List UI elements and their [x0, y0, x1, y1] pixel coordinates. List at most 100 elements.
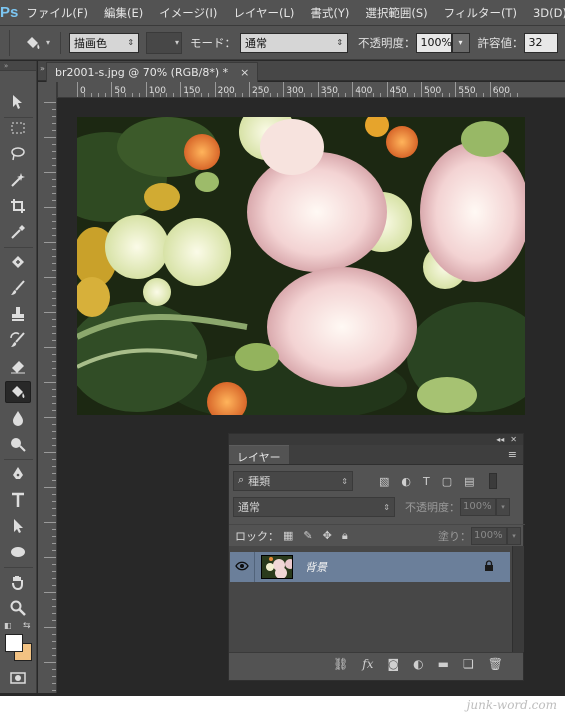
layer-row-background[interactable]: 背景: [230, 552, 510, 582]
menu-layer[interactable]: レイヤー(L): [225, 5, 302, 21]
menu-select[interactable]: 選択範囲(S): [357, 5, 435, 21]
menu-3d[interactable]: 3D(D): [525, 6, 565, 20]
ruler-minor-tick: [200, 93, 202, 97]
adjustment-layer-filter-icon[interactable]: ◐: [401, 475, 411, 488]
swap-colors-icon[interactable]: ⇆: [23, 621, 31, 631]
clone-stamp-tool-icon[interactable]: [5, 303, 31, 325]
collapse-panels-icon[interactable]: »: [40, 64, 45, 73]
paint-bucket-tool-icon[interactable]: [5, 381, 31, 403]
close-tab-icon[interactable]: ×: [240, 66, 249, 79]
delete-layer-icon[interactable]: 🗑︎: [488, 657, 503, 671]
ruler-minor-tick: [52, 641, 56, 642]
default-colors-icon[interactable]: ◧: [4, 621, 12, 630]
ruler-minor-tick: [52, 165, 56, 166]
zoom-tool-icon[interactable]: [5, 597, 31, 619]
eraser-tool-icon[interactable]: [5, 355, 31, 377]
ruler-minor-tick: [44, 207, 56, 208]
brush-tool-icon[interactable]: [5, 277, 31, 299]
opacity-label: 不透明度：: [358, 35, 416, 50]
ellipse-tool-icon[interactable]: [5, 541, 31, 563]
ruler-label: 600: [492, 86, 510, 96]
ruler-minor-tick: [52, 606, 56, 607]
new-adjustment-layer-icon[interactable]: ◐: [413, 657, 423, 671]
lock-position-icon[interactable]: ✥: [323, 529, 332, 542]
eyedropper-tool-icon[interactable]: [5, 221, 31, 243]
layer-style-icon[interactable]: fx: [362, 657, 373, 671]
panel-menu-icon[interactable]: ≡: [508, 448, 517, 461]
opacity-value: 100%: [420, 36, 452, 49]
ruler-tick: [386, 82, 388, 97]
lock-image-pixels-icon[interactable]: ✎: [303, 529, 312, 542]
fill-field[interactable]: 100%: [471, 526, 507, 545]
menu-image[interactable]: イメージ(I): [151, 5, 225, 21]
ruler-minor-tick: [52, 109, 56, 110]
ruler-label: 100: [148, 86, 166, 96]
ruler-minor-tick: [52, 494, 56, 495]
ruler-minor-tick: [52, 235, 56, 236]
quick-mask-icon[interactable]: [5, 667, 31, 689]
ruler-tick: [145, 82, 147, 97]
type-layer-filter-icon[interactable]: T: [423, 475, 430, 488]
menu-edit[interactable]: 編集(E): [96, 5, 151, 21]
lock-transparent-pixels-icon[interactable]: ▦: [283, 529, 293, 542]
ruler-minor-tick: [52, 473, 56, 474]
marquee-tool-icon[interactable]: [5, 117, 31, 139]
ruler-minor-tick: [118, 93, 120, 97]
filter-toggle[interactable]: [488, 473, 497, 489]
close-panel-icon[interactable]: ✕: [510, 435, 517, 444]
document-image[interactable]: [77, 117, 525, 415]
document-tab[interactable]: br2001-s.jpg @ 70% (RGB/8*) * ×: [46, 62, 259, 82]
history-brush-tool-icon[interactable]: [5, 329, 31, 351]
pattern-picker[interactable]: ▾: [146, 31, 183, 54]
lasso-tool-icon[interactable]: [5, 143, 31, 165]
mode-select[interactable]: 通常 ⇕: [240, 32, 349, 53]
smart-object-filter-icon[interactable]: ▤: [464, 475, 474, 488]
lock-all-icon[interactable]: 🔒︎: [342, 529, 348, 543]
healing-brush-tool-icon[interactable]: [5, 251, 31, 273]
opacity-field[interactable]: 100%: [415, 32, 452, 53]
shape-layer-filter-icon[interactable]: ▢: [442, 475, 452, 488]
blur-tool-icon[interactable]: [5, 407, 31, 429]
tools-panel-collapse-handle[interactable]: »: [0, 61, 36, 71]
move-tool-icon[interactable]: [5, 91, 31, 113]
fill-dropdown[interactable]: ▾: [507, 526, 521, 545]
magic-wand-tool-icon[interactable]: [5, 169, 31, 191]
ruler-minor-tick: [52, 550, 56, 551]
menu-type[interactable]: 書式(Y): [302, 5, 357, 21]
path-selection-tool-icon[interactable]: [5, 515, 31, 537]
ruler-minor-tick: [52, 410, 56, 411]
ruler-minor-tick: [434, 93, 436, 97]
type-tool-icon[interactable]: [5, 489, 31, 511]
tool-preset-arrow-icon[interactable]: ▾: [46, 38, 50, 47]
layer-opacity-field[interactable]: 100%: [460, 498, 496, 516]
layer-name[interactable]: 背景: [305, 559, 327, 575]
options-bar: ▾ 描画色 ⇕ ▾ モード： 通常 ⇕ 不透明度： 100% ▾ 許容値： 32: [0, 26, 565, 60]
ruler-minor-tick: [52, 116, 56, 117]
menu-filter[interactable]: フィルター(T): [436, 5, 525, 21]
tab-layers[interactable]: レイヤー: [229, 445, 289, 464]
ruler-minor-tick: [44, 592, 56, 593]
ruler-minor-tick: [52, 599, 56, 600]
new-layer-icon[interactable]: ❏: [463, 657, 474, 671]
crop-tool-icon[interactable]: [5, 195, 31, 217]
tolerance-field[interactable]: 32: [523, 32, 558, 53]
ruler-minor-tick: [52, 186, 56, 187]
new-group-icon[interactable]: ▬: [438, 657, 449, 671]
pen-tool-icon[interactable]: [5, 463, 31, 485]
pixel-layer-filter-icon[interactable]: ▧: [379, 475, 389, 488]
paint-bucket-icon[interactable]: [22, 32, 44, 54]
dodge-tool-icon[interactable]: [5, 433, 31, 455]
opacity-dropdown-button[interactable]: ▾: [451, 32, 470, 53]
menu-file[interactable]: ファイル(F): [18, 5, 96, 21]
layer-filter-kind-select[interactable]: ⌕ 種類 ⇕: [233, 471, 353, 491]
add-mask-icon[interactable]: ◙: [388, 657, 400, 671]
layer-list-scrollbar[interactable]: [512, 546, 524, 652]
foreground-color-swatch[interactable]: [5, 634, 23, 652]
visibility-eye-icon[interactable]: [230, 560, 254, 575]
hand-tool-icon[interactable]: [5, 571, 31, 593]
layer-opacity-dropdown[interactable]: ▾: [496, 498, 510, 516]
link-layers-icon[interactable]: ⛓︎: [333, 657, 348, 671]
blend-mode-select[interactable]: 通常 ⇕: [233, 497, 395, 517]
collapse-panel-icon[interactable]: ◂◂: [496, 435, 504, 444]
fill-source-select[interactable]: 描画色 ⇕: [69, 32, 140, 53]
